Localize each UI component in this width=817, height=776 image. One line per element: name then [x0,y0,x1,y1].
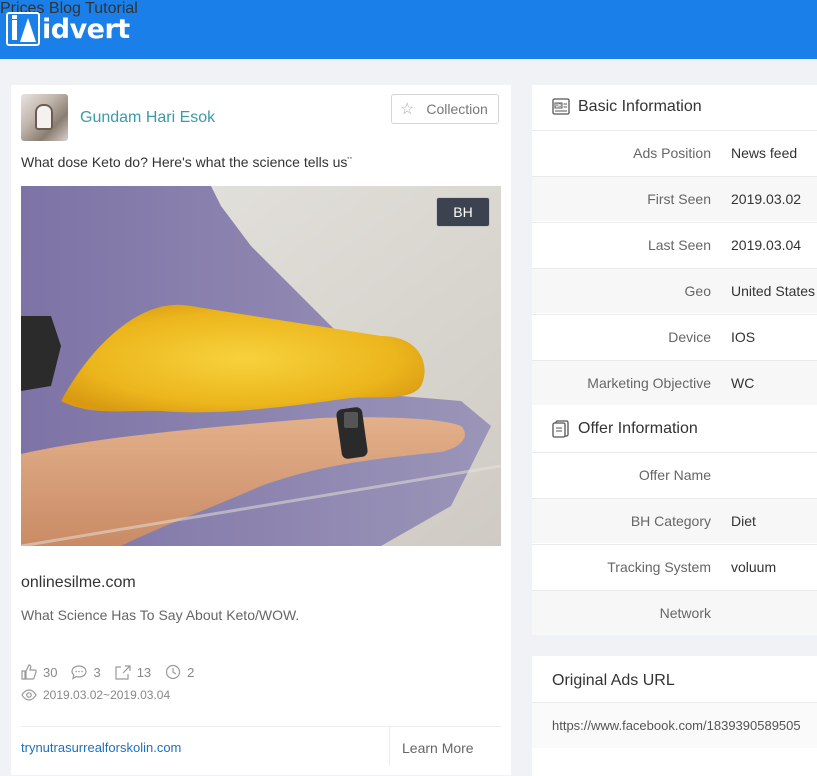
info-label: Network [659,605,711,621]
logo-mark-icon [6,12,40,46]
learn-more-button[interactable]: Learn More [402,740,474,756]
shares-count: 13 [136,664,152,680]
info-panel: AD Basic Information Ads Position News f… [532,85,817,635]
likes-stat: 30 [21,664,57,680]
info-label: First Seen [647,191,711,207]
info-value: voluum [731,559,777,575]
star-icon: ☆ [400,101,415,118]
comments-stat: 3 [71,664,101,680]
info-label: BH Category [630,513,711,529]
advertiser-name[interactable]: Gundam Hari Esok [80,109,215,127]
logo-text: idvert [42,13,130,45]
info-value: 2019.03.04 [731,237,802,253]
info-value: Diet [731,513,756,529]
engagement-stats: 30 3 13 2 [21,664,208,680]
info-row-network: Network [532,590,817,635]
landing-page-link[interactable]: trynutrasurrealforskolin.com [21,740,181,755]
eye-icon [21,689,37,701]
post-text: What dose Keto do? Here's what the scien… [21,154,353,170]
offer-info-icon [552,420,569,438]
ad-card: Gundam Hari Esok ☆ Collection What dose … [11,85,511,775]
info-row-last-seen: Last Seen 2019.03.04 [532,222,817,267]
top-nav-bar: idvert Prices Blog Tutorial [0,0,817,59]
info-value: IOS [731,329,756,345]
info-row-device: Device IOS [532,314,817,359]
info-row-tracking-system: Tracking System voluum [532,544,817,589]
comments-count: 3 [93,664,101,680]
original-url-panel: Original Ads URL https://www.facebook.co… [532,656,817,776]
time-stat: 2 [165,664,194,680]
comment-icon [71,665,88,680]
likes-count: 30 [43,664,58,680]
bh-badge: BH [436,197,490,227]
avatar[interactable] [21,94,68,141]
ads-info-icon: AD [552,98,570,115]
date-range-text: 2019.03.02~2019.03.04 [43,688,171,702]
offer-info-header: Offer Information [552,420,698,438]
info-value: United States [731,283,816,299]
ad-photo [21,186,501,546]
card-divider [21,726,501,727]
shares-stat: 13 [115,664,151,680]
original-url-row: https://www.facebook.com/1839390589505 [532,702,817,748]
logo[interactable]: idvert [6,9,130,49]
info-value: WC [731,375,755,391]
footer-divider [389,726,390,766]
ad-image[interactable]: BH [21,186,501,546]
info-row-first-seen: First Seen 2019.03.02 [532,176,817,221]
clock-icon [166,664,181,680]
info-row-geo: Geo United States [532,268,817,313]
info-label: Ads Position [633,145,711,161]
original-ad-url-link[interactable]: https://www.facebook.com/1839390589505 [552,718,801,733]
thumbs-up-icon [21,664,37,680]
info-value: 2019.03.02 [731,191,802,207]
info-label: Last Seen [647,237,711,253]
info-row-bh-category: BH Category Diet [532,498,817,543]
collection-label: Collection [426,101,488,117]
info-label: Tracking System [607,559,711,575]
info-row-marketing-objective: Marketing Objective WC [532,360,817,405]
info-label: Offer Name [638,467,711,483]
offer-info-title: Offer Information [578,420,698,437]
basic-info-title: Basic Information [578,98,702,115]
ad-domain: onlinesilme.com [21,574,136,591]
info-row-offer-name: Offer Name [532,452,817,497]
info-label: Marketing Objective [587,375,711,391]
ad-headline: What Science Has To Say About Keto/WOW. [21,607,300,623]
info-row-ads-position: Ads Position News feed [532,130,817,175]
svg-text:AD: AD [556,103,562,108]
info-label: Geo [684,283,711,299]
time-count: 2 [187,664,195,680]
info-value: News feed [731,145,798,161]
basic-info-header: AD Basic Information [552,98,702,116]
collection-button[interactable]: ☆ Collection [391,94,499,124]
info-label: Device [668,329,711,345]
share-icon [115,665,131,680]
original-url-title: Original Ads URL [552,672,675,689]
date-range: 2019.03.02~2019.03.04 [21,688,170,702]
